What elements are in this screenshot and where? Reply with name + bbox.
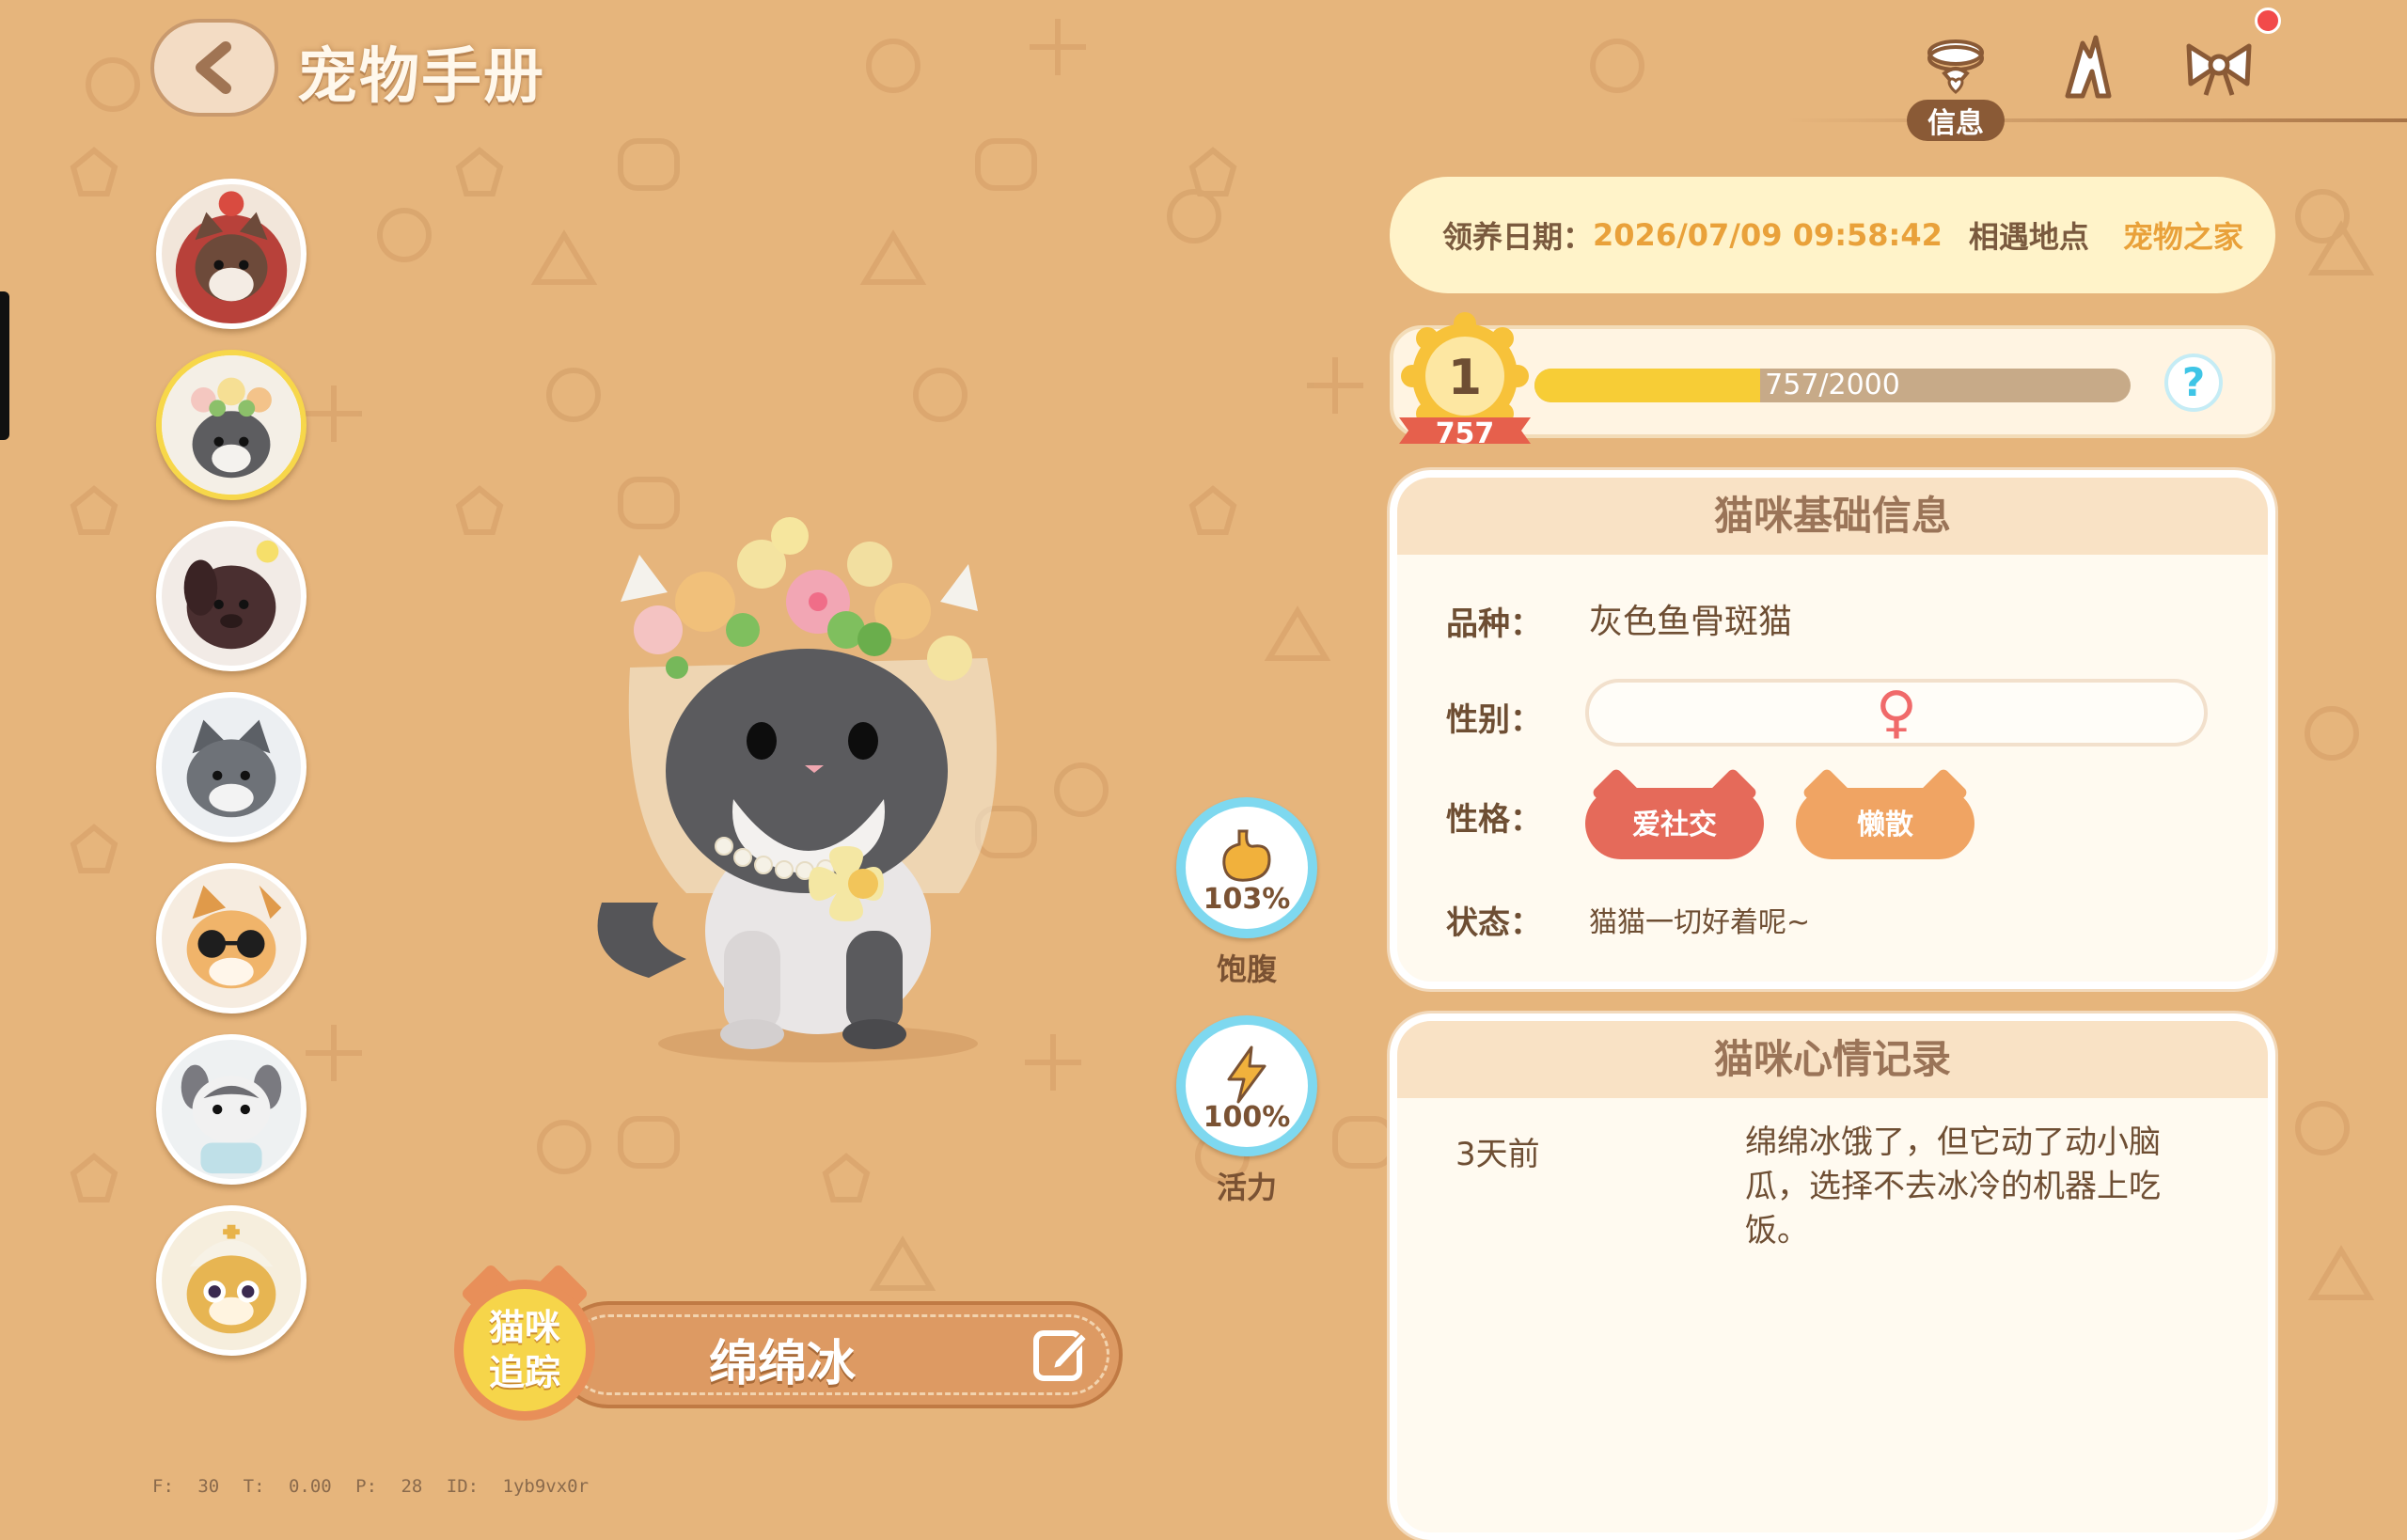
edit-icon: [1033, 1330, 1089, 1381]
breed-label: 品种：: [1446, 605, 1542, 643]
satiety-gauge: 103%: [1176, 797, 1317, 938]
stat-energy[interactable]: 100% 活力: [1172, 1015, 1322, 1207]
female-icon: ♀: [1876, 680, 1917, 746]
cat-avatar-gray[interactable]: [156, 692, 307, 842]
back-button[interactable]: [150, 19, 278, 117]
screen-edge-notch: [0, 291, 9, 440]
energy-value: 100%: [1203, 1101, 1291, 1134]
energy-label: 活力: [1216, 1170, 1277, 1205]
tab-underline: [1786, 118, 2407, 122]
mood-entry-time: 3天前: [1455, 1136, 1540, 1173]
chevron-left-icon: [196, 41, 231, 94]
mood-record-title: 猫咪心情记录: [1397, 1021, 2268, 1098]
status-label: 状态：: [1446, 904, 1542, 942]
stat-satiety[interactable]: 103% 饱腹: [1172, 797, 1322, 989]
cat-avatar-black[interactable]: [156, 521, 307, 671]
red-hood-cat-icon: [162, 184, 301, 323]
tab-info-label: 信息: [1907, 100, 2005, 141]
debug-info: F: 30 T: 0.00 P: 28 ID: 1yb9vx0r: [152, 1476, 590, 1497]
personality-label: 性格：: [1446, 801, 1542, 839]
trait-label: 爱社交: [1632, 809, 1717, 841]
cat-avatar-flower-crown[interactable]: [156, 350, 307, 500]
black-cat-icon: [162, 526, 301, 666]
cat-tracking-label: 猫咪追踪: [488, 1307, 560, 1393]
pet-model[interactable]: [564, 489, 1053, 1072]
status-value: 猫猫一切好着呢~: [1589, 906, 1811, 939]
adoption-date-label: 领养日期：: [1442, 219, 1594, 255]
gender-field: ♀: [1585, 679, 2208, 746]
basic-info-title: 猫咪基础信息: [1397, 478, 2268, 555]
xp-text: 757/2000: [1765, 369, 1900, 401]
adoption-info: 领养日期： 2026/07/09 09:58:42 相遇地点 宠物之家: [1390, 177, 2275, 293]
edit-name-button[interactable]: [1030, 1324, 1093, 1386]
help-button[interactable]: ?: [2164, 354, 2223, 412]
level-badge: 1 757: [1390, 312, 1540, 463]
pet-name: 绵绵冰: [708, 1336, 856, 1392]
level-number: 1: [1447, 350, 1483, 406]
tag-ear: [1801, 767, 1852, 818]
notification-dot: [2255, 8, 2281, 34]
cat-tracking-button[interactable]: 猫咪追踪: [440, 1263, 609, 1425]
cat-avatar-red-hood[interactable]: [156, 179, 307, 329]
satiety-value: 103%: [1203, 883, 1291, 916]
meet-place-label: 相遇地点: [1968, 219, 2089, 255]
adoption-date-value: 2026/07/09 09:58:42: [1593, 217, 1943, 253]
level-points: 757: [1435, 417, 1495, 450]
flower-veil-cat-illustration: [597, 517, 997, 1062]
energy-gauge: 100%: [1176, 1015, 1317, 1156]
bunny-ear-cat-icon: [162, 1040, 301, 1179]
breed-value: 灰色鱼骨斑猫: [1589, 603, 1793, 641]
cat-avatar-nurse-hat[interactable]: [156, 1205, 307, 1356]
cat-avatar-bunny-ear[interactable]: [156, 1034, 307, 1185]
sunglasses-cat-icon: [162, 869, 301, 1008]
cat-list: [156, 179, 314, 1376]
level-panel: 757/2000 ? 1 757: [1390, 312, 2275, 450]
tab-skills[interactable]: [2040, 21, 2134, 115]
trait-tag-lazy: 懒散: [1796, 767, 1974, 859]
meet-place-value: 宠物之家: [2122, 219, 2243, 255]
flower-crown-cat-icon: [162, 355, 301, 495]
trait-tag-social: 爱社交: [1585, 767, 1764, 859]
xp-progress-bar: 757/2000: [1534, 369, 2131, 402]
tab-bow[interactable]: [2172, 21, 2266, 115]
mood-entry-text: 绵绵冰饿了，但它动了动小脑瓜，选择不去冰冷的机器上吃饭。: [1745, 1124, 2161, 1249]
gray-cat-icon: [162, 698, 301, 837]
gender-label: 性别：: [1446, 701, 1542, 739]
cat-avatar-sunglasses[interactable]: [156, 863, 307, 1014]
cat-silhouette-icon: [2065, 35, 2112, 99]
trait-label: 懒散: [1857, 809, 1913, 841]
collar-icon: [1927, 39, 1984, 94]
pet-name-bar: 绵绵冰: [555, 1301, 1123, 1408]
lightning-icon: [1227, 1045, 1266, 1104]
mood-record-card: 猫咪心情记录 3天前 绵绵冰饿了，但它动了动小脑瓜，选择不去冰冷的机器上吃饭。: [1390, 1014, 2275, 1540]
cat-tracking-badge: 猫咪追踪: [454, 1263, 595, 1421]
satiety-label: 饱腹: [1216, 951, 1277, 987]
nurse-hat-cat-icon: [162, 1211, 301, 1350]
bow-icon: [2186, 43, 2252, 96]
stomach-icon: [1222, 829, 1271, 882]
basic-info-card: 猫咪基础信息 品种： 灰色鱼骨斑猫 性别： ♀ 性格： 爱社交 懒散 状态： 猫…: [1390, 470, 2275, 989]
page-title: 宠物手册: [297, 42, 545, 112]
tag-ear: [1918, 767, 1969, 818]
